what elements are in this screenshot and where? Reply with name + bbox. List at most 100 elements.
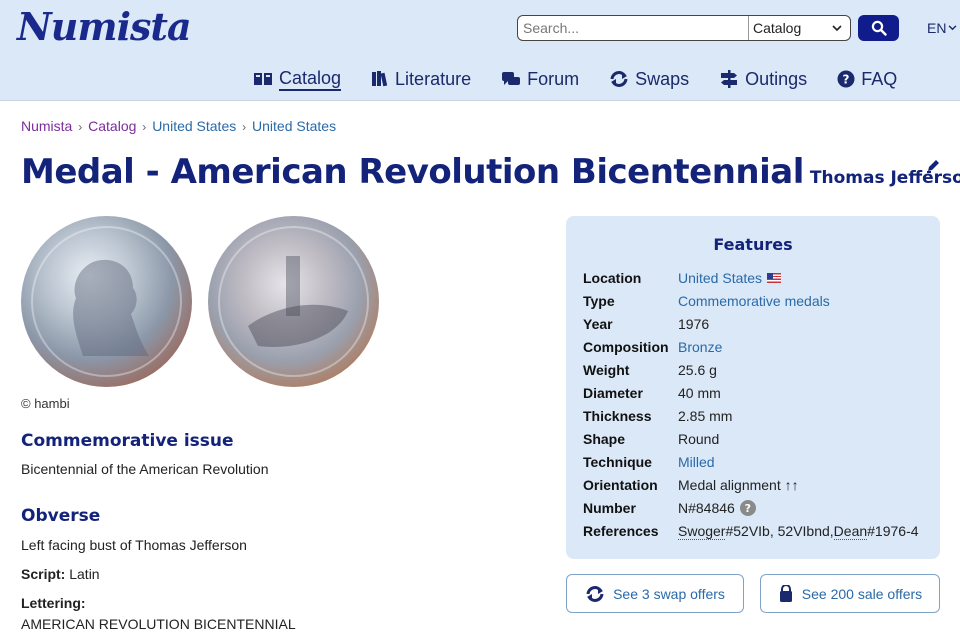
obverse-description: Left facing bust of Thomas Jefferson	[21, 537, 247, 553]
edit-pencil-icon[interactable]	[925, 158, 941, 174]
feature-value-diameter: 40 mm	[678, 385, 721, 401]
feature-value-text: United States	[678, 270, 763, 286]
feature-row-orientation: Orientation Medal alignment ↑↑	[583, 475, 799, 495]
nav-forum[interactable]: Forum	[501, 66, 579, 92]
help-icon[interactable]: ?	[739, 500, 756, 516]
feature-key: Composition	[583, 339, 669, 355]
reference-dean[interactable]: Dean	[833, 523, 868, 540]
features-panel: Features Location United States Type Com…	[566, 216, 940, 559]
chat-bubbles-icon	[502, 72, 521, 85]
feature-value-orientation: Medal alignment ↑↑	[678, 477, 799, 493]
page-title-main: Medal - American Revolution Bicentennial	[21, 152, 804, 192]
feature-value-technique[interactable]: Milled	[678, 454, 715, 470]
features-title: Features	[713, 235, 793, 254]
feature-value-thickness: 2.85 mm	[678, 408, 733, 424]
feature-row-location: Location United States	[583, 268, 782, 288]
feature-row-thickness: Thickness 2.85 mm	[583, 406, 732, 426]
feature-value-number: N#84846 ?	[678, 500, 756, 516]
feature-key: References	[583, 523, 659, 539]
image-copyright: © hambi	[21, 396, 70, 411]
language-selector[interactable]: EN	[927, 20, 957, 36]
nav-label: Catalog	[279, 68, 342, 91]
feature-row-year: Year 1976	[583, 314, 709, 334]
nav-outings[interactable]: Outings	[719, 66, 807, 92]
nav-label: Literature	[395, 68, 472, 89]
feature-value-location[interactable]: United States	[678, 270, 782, 286]
feature-row-weight: Weight 25.6 g	[583, 360, 717, 380]
feature-row-references: References Swoger #52VIb, 52VIbnd, Dean #1…	[583, 521, 919, 541]
feature-row-composition: Composition Bronze	[583, 337, 722, 357]
feature-row-technique: Technique Milled	[583, 452, 715, 472]
breadcrumb-catalog[interactable]: Catalog	[88, 118, 136, 134]
feature-key: Orientation	[583, 477, 658, 493]
question-icon: ?	[837, 70, 855, 88]
commemorative-text: Bicentennial of the American Revolution	[21, 461, 269, 477]
nav-label: Swaps	[635, 68, 690, 89]
nav-catalog[interactable]: Catalog	[253, 66, 342, 92]
us-flag-icon	[767, 273, 782, 283]
sale-offers-label: See 200 sale offers	[801, 585, 923, 602]
site-header: Numista Catalog EN Catalog Literature Fo…	[0, 0, 960, 101]
reverse-image[interactable]	[208, 216, 379, 387]
feature-row-diameter: Diameter 40 mm	[583, 383, 721, 403]
breadcrumb-country[interactable]: United States	[152, 118, 236, 134]
chevron-down-icon	[832, 24, 842, 31]
nav-label: FAQ	[861, 68, 898, 89]
obverse-heading: Obverse	[21, 506, 101, 526]
commemorative-heading: Commemorative issue	[21, 431, 234, 451]
feature-row-shape: Shape Round	[583, 429, 719, 449]
feature-key: Number	[583, 500, 636, 516]
feature-row-type: Type Commemorative medals	[583, 291, 830, 311]
feature-value-text: N#84846	[678, 500, 735, 516]
search-button[interactable]	[858, 15, 899, 41]
reference-swoger[interactable]: Swoger	[678, 523, 726, 540]
feature-value-references: Swoger #52VIb, 52VIbnd, Dean #1976-4	[678, 523, 919, 540]
feature-value-shape: Round	[678, 431, 720, 447]
signpost-icon	[721, 70, 738, 88]
reference-dean-number: #1976-4	[867, 523, 919, 539]
page-title: Medal - American Revolution Bicentennial…	[21, 152, 960, 192]
sale-offers-button[interactable]: See 200 sale offers	[760, 574, 940, 613]
script-value: Latin	[69, 566, 100, 582]
feature-value-weight: 25.6 g	[678, 362, 717, 378]
main-nav: Catalog Literature Forum Swaps Outings ?…	[253, 66, 897, 92]
shopping-bag-icon	[779, 584, 792, 602]
catalog-book-icon	[254, 73, 272, 85]
svg-text:?: ?	[843, 73, 850, 87]
site-logo[interactable]: Numista	[17, 4, 192, 49]
language-label: EN	[927, 20, 947, 36]
feature-value-composition[interactable]: Bronze	[678, 339, 722, 355]
breadcrumb: Numista › Catalog › United States › Unit…	[21, 118, 336, 134]
swap-arrows-icon	[586, 585, 604, 602]
nav-label: Outings	[745, 68, 808, 89]
breadcrumb-issuer[interactable]: United States	[252, 118, 336, 134]
lettering-label: Lettering:	[21, 595, 86, 611]
nav-literature[interactable]: Literature	[371, 66, 471, 92]
search-category-value: Catalog	[753, 20, 802, 36]
feature-key: Shape	[583, 431, 626, 447]
obverse-image[interactable]	[21, 216, 192, 387]
breadcrumb-separator: ›	[142, 120, 147, 134]
nav-swaps[interactable]: Swaps	[609, 66, 689, 92]
obverse-script: Script: Latin	[21, 566, 100, 582]
feature-value-year: 1976	[678, 316, 710, 332]
swap-offers-label: See 3 swap offers	[613, 585, 725, 602]
feature-key: Year	[583, 316, 613, 332]
nav-faq[interactable]: ? FAQ	[837, 66, 897, 92]
feature-row-number: Number N#84846 ?	[583, 498, 756, 518]
books-icon	[372, 71, 388, 87]
independence-hall-illustration	[248, 256, 348, 347]
script-label: Script:	[21, 566, 66, 582]
swap-offers-button[interactable]: See 3 swap offers	[566, 574, 744, 613]
search-input[interactable]	[518, 16, 748, 40]
search-category-select[interactable]: Catalog	[748, 16, 850, 40]
search-bar: Catalog	[517, 15, 851, 41]
breadcrumb-separator: ›	[78, 120, 83, 134]
feature-key: Thickness	[583, 408, 652, 424]
feature-value-type[interactable]: Commemorative medals	[678, 293, 830, 309]
breadcrumb-separator: ›	[242, 120, 247, 134]
feature-key: Location	[583, 270, 642, 286]
search-icon	[871, 20, 887, 36]
feature-key: Technique	[583, 454, 652, 470]
breadcrumb-numista[interactable]: Numista	[21, 118, 72, 134]
